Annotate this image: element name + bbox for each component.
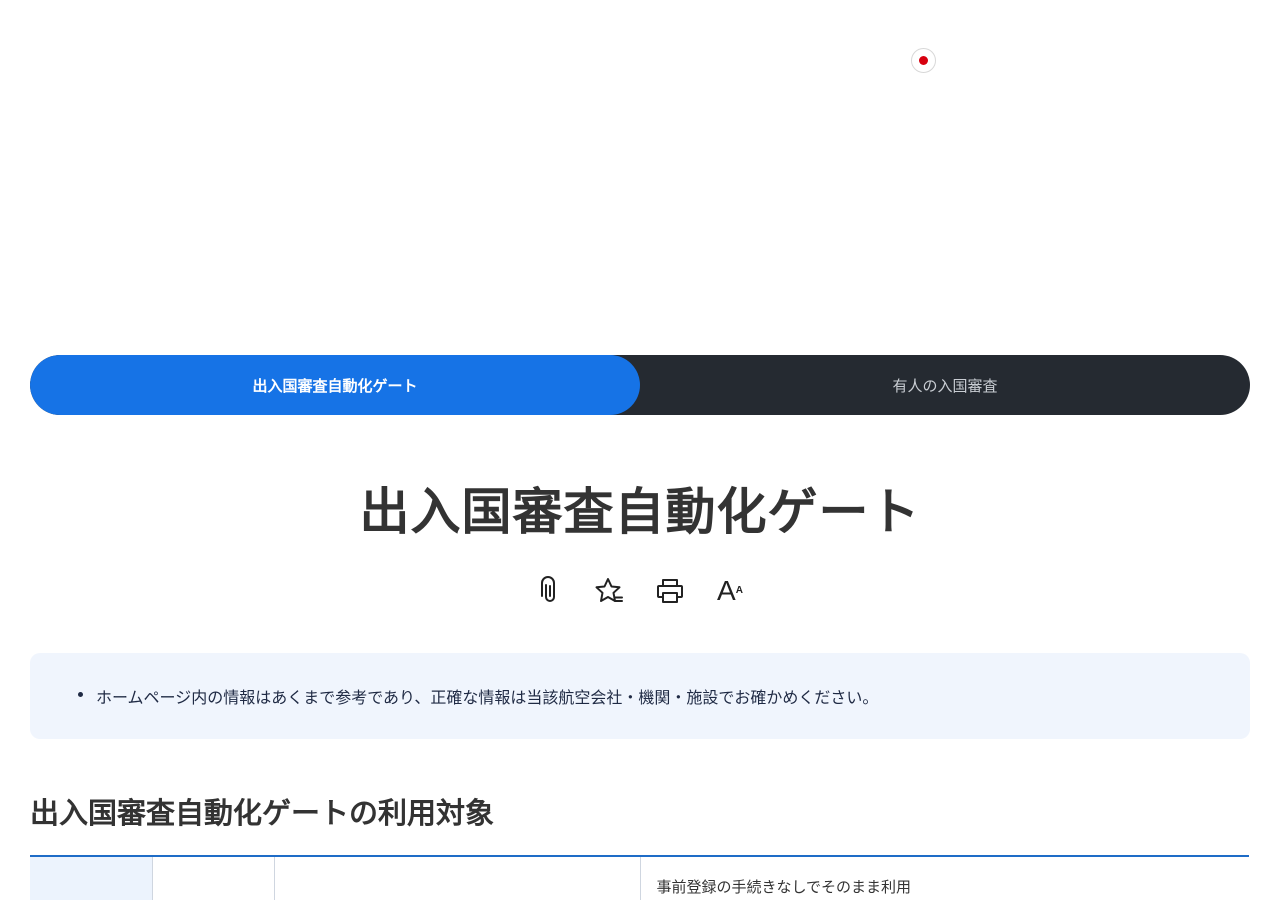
font-size-large-letter: A	[717, 575, 736, 606]
attachment-icon[interactable]	[533, 573, 567, 609]
language-japan-flag-icon[interactable]	[911, 48, 936, 73]
page-tools: AA	[0, 573, 1280, 609]
print-icon[interactable]	[653, 573, 687, 609]
table-cell	[274, 857, 641, 900]
disclaimer-notice: ホームページ内の情報はあくまで参考であり、正確な情報は当該航空会社・機関・施設で…	[30, 653, 1250, 739]
tab-automated-gate-label: 出入国審査自動化ゲート	[252, 376, 418, 395]
tab-manned-immigration[interactable]: 有人の入国審査	[640, 355, 1250, 415]
immigration-tabs: 出入国審査自動化ゲート 有人の入国審査	[30, 355, 1250, 415]
disclaimer-item: ホームページ内の情報はあくまで参考であり、正確な情報は当該航空会社・機関・施設で…	[78, 684, 878, 708]
section-heading: 出入国審査自動化ゲートの利用対象	[30, 796, 495, 830]
font-size-icon[interactable]: AA	[713, 573, 747, 609]
flag-sun-dot	[919, 56, 928, 65]
eligibility-table: 事前登録の手続きなしでそのまま利用	[30, 855, 1249, 900]
page-title: 出入国審査自動化ゲート	[359, 483, 921, 541]
font-size-small-letter: A	[735, 585, 743, 596]
table-cell	[30, 857, 153, 900]
tab-manned-immigration-label: 有人の入国審査	[892, 376, 998, 395]
table-cell: 事前登録の手続きなしでそのまま利用	[656, 878, 912, 896]
table-cell	[152, 857, 275, 900]
tab-automated-gate[interactable]: 出入国審査自動化ゲート	[30, 355, 640, 415]
bookmark-star-icon[interactable]	[593, 573, 627, 609]
table-row: 事前登録の手続きなしでそのまま利用	[30, 857, 1249, 900]
